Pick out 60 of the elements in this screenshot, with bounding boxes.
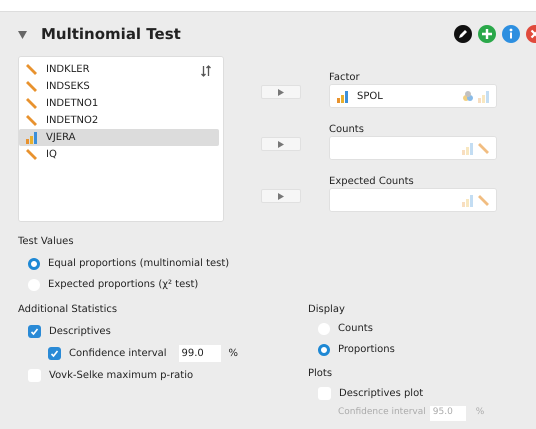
variable-item[interactable]: INDKLER bbox=[19, 61, 219, 78]
variable-item[interactable]: INDETNO2 bbox=[19, 112, 219, 129]
target-label: Counts bbox=[329, 123, 365, 136]
info-icon[interactable] bbox=[502, 25, 520, 43]
radio-label: Equal proportions (multinomial test) bbox=[48, 257, 230, 271]
edit-icon[interactable] bbox=[454, 25, 472, 43]
radio-label: Proportions bbox=[338, 343, 395, 357]
checkbox[interactable] bbox=[28, 324, 41, 338]
arrow-icon bbox=[278, 192, 284, 200]
section-title: Multinomial Test bbox=[41, 24, 181, 45]
unit-label: % bbox=[476, 406, 484, 420]
bar-chart-icon bbox=[461, 142, 474, 154]
check-icon bbox=[50, 348, 59, 358]
radio-label: Expected proportions (χ² test) bbox=[48, 278, 198, 292]
ruler-icon bbox=[477, 194, 490, 206]
variable-item[interactable]: VJERA bbox=[19, 129, 219, 146]
group-title: Test Values bbox=[18, 235, 75, 249]
group-title: Additional Statistics bbox=[18, 303, 118, 317]
target-variable: SPOL bbox=[357, 90, 383, 104]
ruler-icon bbox=[25, 63, 38, 76]
checkbox-label: Descriptives bbox=[49, 324, 111, 338]
radio-label: Counts bbox=[338, 322, 373, 336]
move-button[interactable] bbox=[261, 189, 301, 203]
arrow-icon bbox=[278, 140, 284, 148]
bar-chart-icon bbox=[461, 194, 474, 206]
variable-item[interactable]: INDSEKS bbox=[19, 78, 219, 95]
checkbox[interactable] bbox=[48, 346, 61, 360]
bar-chart-icon bbox=[25, 131, 38, 144]
collapse-arrow-icon[interactable] bbox=[18, 30, 27, 38]
bar-chart-icon bbox=[477, 90, 490, 102]
checkbox-label: Vovk-Selke maximum p-ratio bbox=[49, 368, 194, 382]
variable-item[interactable]: IQ bbox=[19, 146, 219, 163]
group-title: Plots bbox=[308, 367, 334, 381]
checkbox-label: Descriptives plot bbox=[339, 386, 424, 400]
add-icon[interactable] bbox=[478, 25, 496, 43]
target-field[interactable]: SPOL bbox=[329, 84, 497, 108]
target-field[interactable] bbox=[329, 188, 497, 212]
ci-label: Confidence interval bbox=[338, 406, 426, 420]
ruler-icon bbox=[25, 148, 38, 161]
group-title: Display bbox=[308, 303, 346, 317]
checkbox-label: Confidence interval bbox=[69, 346, 167, 360]
ruler-icon bbox=[25, 97, 38, 110]
ruler-icon bbox=[25, 114, 38, 127]
radio-button[interactable] bbox=[28, 258, 40, 270]
target-label: Expected Counts bbox=[329, 175, 415, 188]
move-button[interactable] bbox=[261, 137, 301, 151]
move-button[interactable] bbox=[261, 85, 301, 99]
unit-label: % bbox=[228, 346, 238, 360]
target-field[interactable] bbox=[329, 136, 497, 160]
bar-chart-icon bbox=[336, 90, 349, 102]
ruler-icon bbox=[25, 80, 38, 93]
radio-button[interactable] bbox=[318, 344, 330, 356]
ruler-icon bbox=[477, 142, 490, 154]
variable-item[interactable]: INDETNO1 bbox=[19, 95, 219, 112]
sort-icon[interactable] bbox=[201, 65, 211, 77]
arrow-icon bbox=[278, 88, 284, 96]
value-field[interactable]: 99.0 bbox=[178, 344, 221, 362]
nominal-icon bbox=[462, 90, 474, 102]
target-label: Factor bbox=[329, 71, 361, 84]
check-icon bbox=[30, 326, 39, 336]
